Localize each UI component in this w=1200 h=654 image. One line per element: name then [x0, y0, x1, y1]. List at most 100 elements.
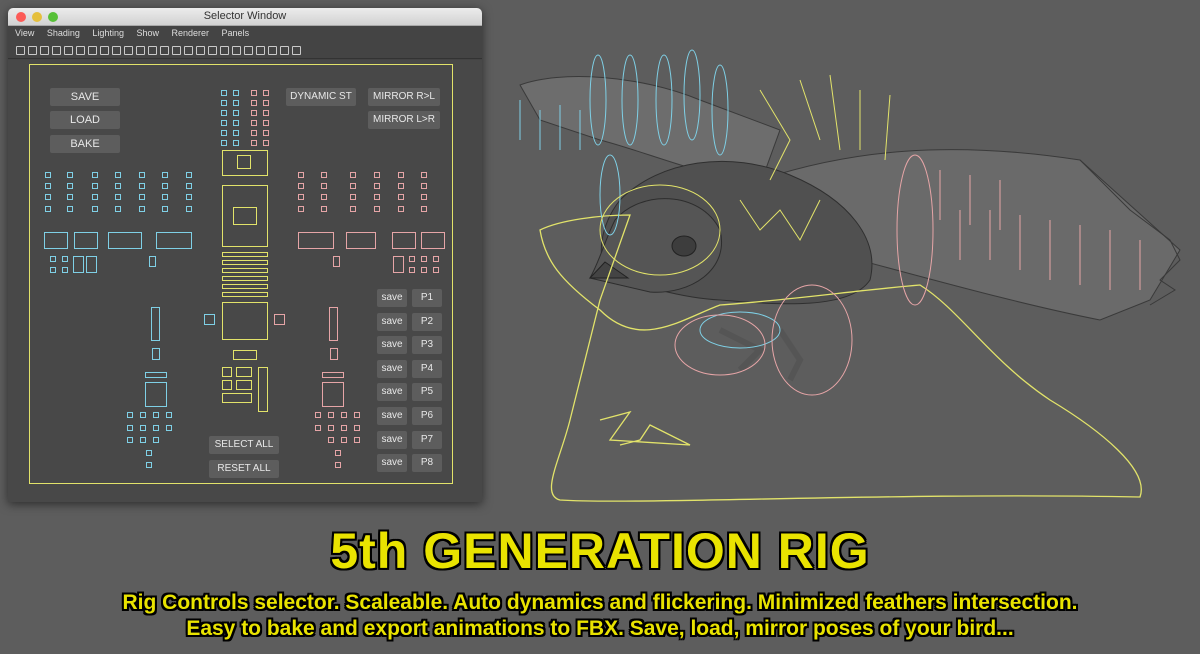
left-wing-control[interactable]	[156, 232, 192, 249]
right-feather-control[interactable]	[374, 172, 380, 178]
left-toe-control[interactable]	[140, 412, 146, 418]
left-feather-control[interactable]	[139, 194, 145, 200]
left-toe-control[interactable]	[153, 437, 159, 443]
spine-segment-control[interactable]	[222, 276, 268, 281]
camera-attributes-icon[interactable]	[28, 45, 37, 55]
right-claw-control[interactable]	[335, 450, 341, 456]
head-control-left[interactable]	[233, 110, 239, 116]
right-feather-control[interactable]	[374, 194, 380, 200]
right-feather-control[interactable]	[374, 183, 380, 189]
left-toe-control[interactable]	[127, 412, 133, 418]
right-small-control[interactable]	[409, 267, 415, 273]
right-feather-control[interactable]	[421, 206, 427, 212]
anti-aliasing-icon[interactable]	[244, 45, 253, 55]
left-feather-control[interactable]	[115, 172, 121, 178]
head-control-left[interactable]	[221, 130, 227, 136]
wireframe-on-shaded-icon[interactable]	[172, 45, 181, 55]
left-feather-control[interactable]	[115, 194, 121, 200]
right-feather-control[interactable]	[321, 183, 327, 189]
pose-load-button[interactable]: P8	[412, 454, 442, 472]
bookmark-icon[interactable]	[40, 45, 49, 55]
left-feather-control[interactable]	[115, 206, 121, 212]
left-feather-control[interactable]	[67, 194, 73, 200]
left-wing-control[interactable]	[44, 232, 68, 249]
head-control-left[interactable]	[233, 130, 239, 136]
right-feather-control[interactable]	[398, 172, 404, 178]
mirror-r-to-l-button[interactable]: MIRROR R>L	[368, 88, 440, 106]
right-feather-control[interactable]	[321, 206, 327, 212]
right-toe-control[interactable]	[341, 437, 347, 443]
head-control-left[interactable]	[221, 140, 227, 146]
left-toe-control[interactable]	[166, 425, 172, 431]
ambient-occlusion-icon[interactable]	[220, 45, 229, 55]
left-toe-control[interactable]	[166, 412, 172, 418]
head-control-right[interactable]	[263, 90, 269, 96]
left-feather-control[interactable]	[139, 183, 145, 189]
left-feather-control[interactable]	[186, 172, 192, 178]
left-toe-control[interactable]	[140, 437, 146, 443]
pose-load-button[interactable]: P3	[412, 336, 442, 354]
head-control-left[interactable]	[221, 120, 227, 126]
head-control-left[interactable]	[233, 100, 239, 106]
motion-blur-icon[interactable]	[232, 45, 241, 55]
right-toe-control[interactable]	[341, 412, 347, 418]
isolate-select-icon[interactable]	[268, 45, 277, 55]
pose-load-button[interactable]: P6	[412, 407, 442, 425]
right-toe-control[interactable]	[328, 412, 334, 418]
left-knee-control[interactable]	[152, 348, 160, 360]
right-leg-control[interactable]	[329, 307, 338, 341]
left-small-control[interactable]	[86, 256, 97, 273]
head-control-left[interactable]	[221, 90, 227, 96]
hips-control[interactable]	[222, 302, 268, 340]
left-feather-control[interactable]	[67, 172, 73, 178]
shadows-icon[interactable]	[208, 45, 217, 55]
head-control-right[interactable]	[251, 140, 257, 146]
tail-control[interactable]	[222, 393, 252, 403]
head-control-left[interactable]	[221, 110, 227, 116]
right-wing-control[interactable]	[421, 232, 445, 249]
left-feather-control[interactable]	[92, 172, 98, 178]
right-feather-control[interactable]	[374, 206, 380, 212]
safe-action-icon[interactable]	[124, 45, 133, 55]
wireframe-icon[interactable]	[148, 45, 157, 55]
left-feather-control[interactable]	[45, 183, 51, 189]
pose-save-button[interactable]: save	[377, 383, 407, 401]
reset-all-button[interactable]: RESET ALL	[209, 460, 279, 478]
field-chart-icon[interactable]	[112, 45, 121, 55]
left-feather-control[interactable]	[45, 172, 51, 178]
right-feather-control[interactable]	[321, 194, 327, 200]
left-feather-control[interactable]	[162, 183, 168, 189]
bake-button[interactable]: BAKE	[50, 135, 120, 153]
safe-title-icon[interactable]	[136, 45, 145, 55]
right-feather-control[interactable]	[421, 183, 427, 189]
right-toe-control[interactable]	[354, 437, 360, 443]
left-feather-control[interactable]	[139, 206, 145, 212]
left-feather-control[interactable]	[162, 172, 168, 178]
menu-shading[interactable]: Shading	[47, 28, 80, 38]
dynamic-st-button[interactable]: DYNAMIC ST	[286, 88, 356, 106]
left-leg-control[interactable]	[151, 307, 160, 341]
left-toe-control[interactable]	[153, 425, 159, 431]
right-small-control[interactable]	[421, 256, 427, 262]
head-control-right[interactable]	[251, 100, 257, 106]
left-feather-control[interactable]	[92, 183, 98, 189]
textured-icon[interactable]	[184, 45, 193, 55]
tail-root-control[interactable]	[233, 350, 257, 360]
depth-of-field-icon[interactable]	[256, 45, 265, 55]
spine-segment-control[interactable]	[222, 292, 268, 297]
right-wing-control[interactable]	[392, 232, 416, 249]
right-feather-control[interactable]	[398, 183, 404, 189]
left-toe-control[interactable]	[127, 437, 133, 443]
right-feather-control[interactable]	[398, 194, 404, 200]
left-feather-control[interactable]	[45, 206, 51, 212]
neck-inner-control[interactable]	[237, 155, 251, 169]
spine-segment-control[interactable]	[222, 260, 268, 265]
head-control-right[interactable]	[263, 100, 269, 106]
tail-control[interactable]	[236, 380, 252, 390]
left-feather-control[interactable]	[186, 194, 192, 200]
head-control-left[interactable]	[233, 120, 239, 126]
right-feather-control[interactable]	[298, 172, 304, 178]
lights-icon[interactable]	[196, 45, 205, 55]
right-feather-control[interactable]	[350, 206, 356, 212]
right-feather-control[interactable]	[350, 172, 356, 178]
